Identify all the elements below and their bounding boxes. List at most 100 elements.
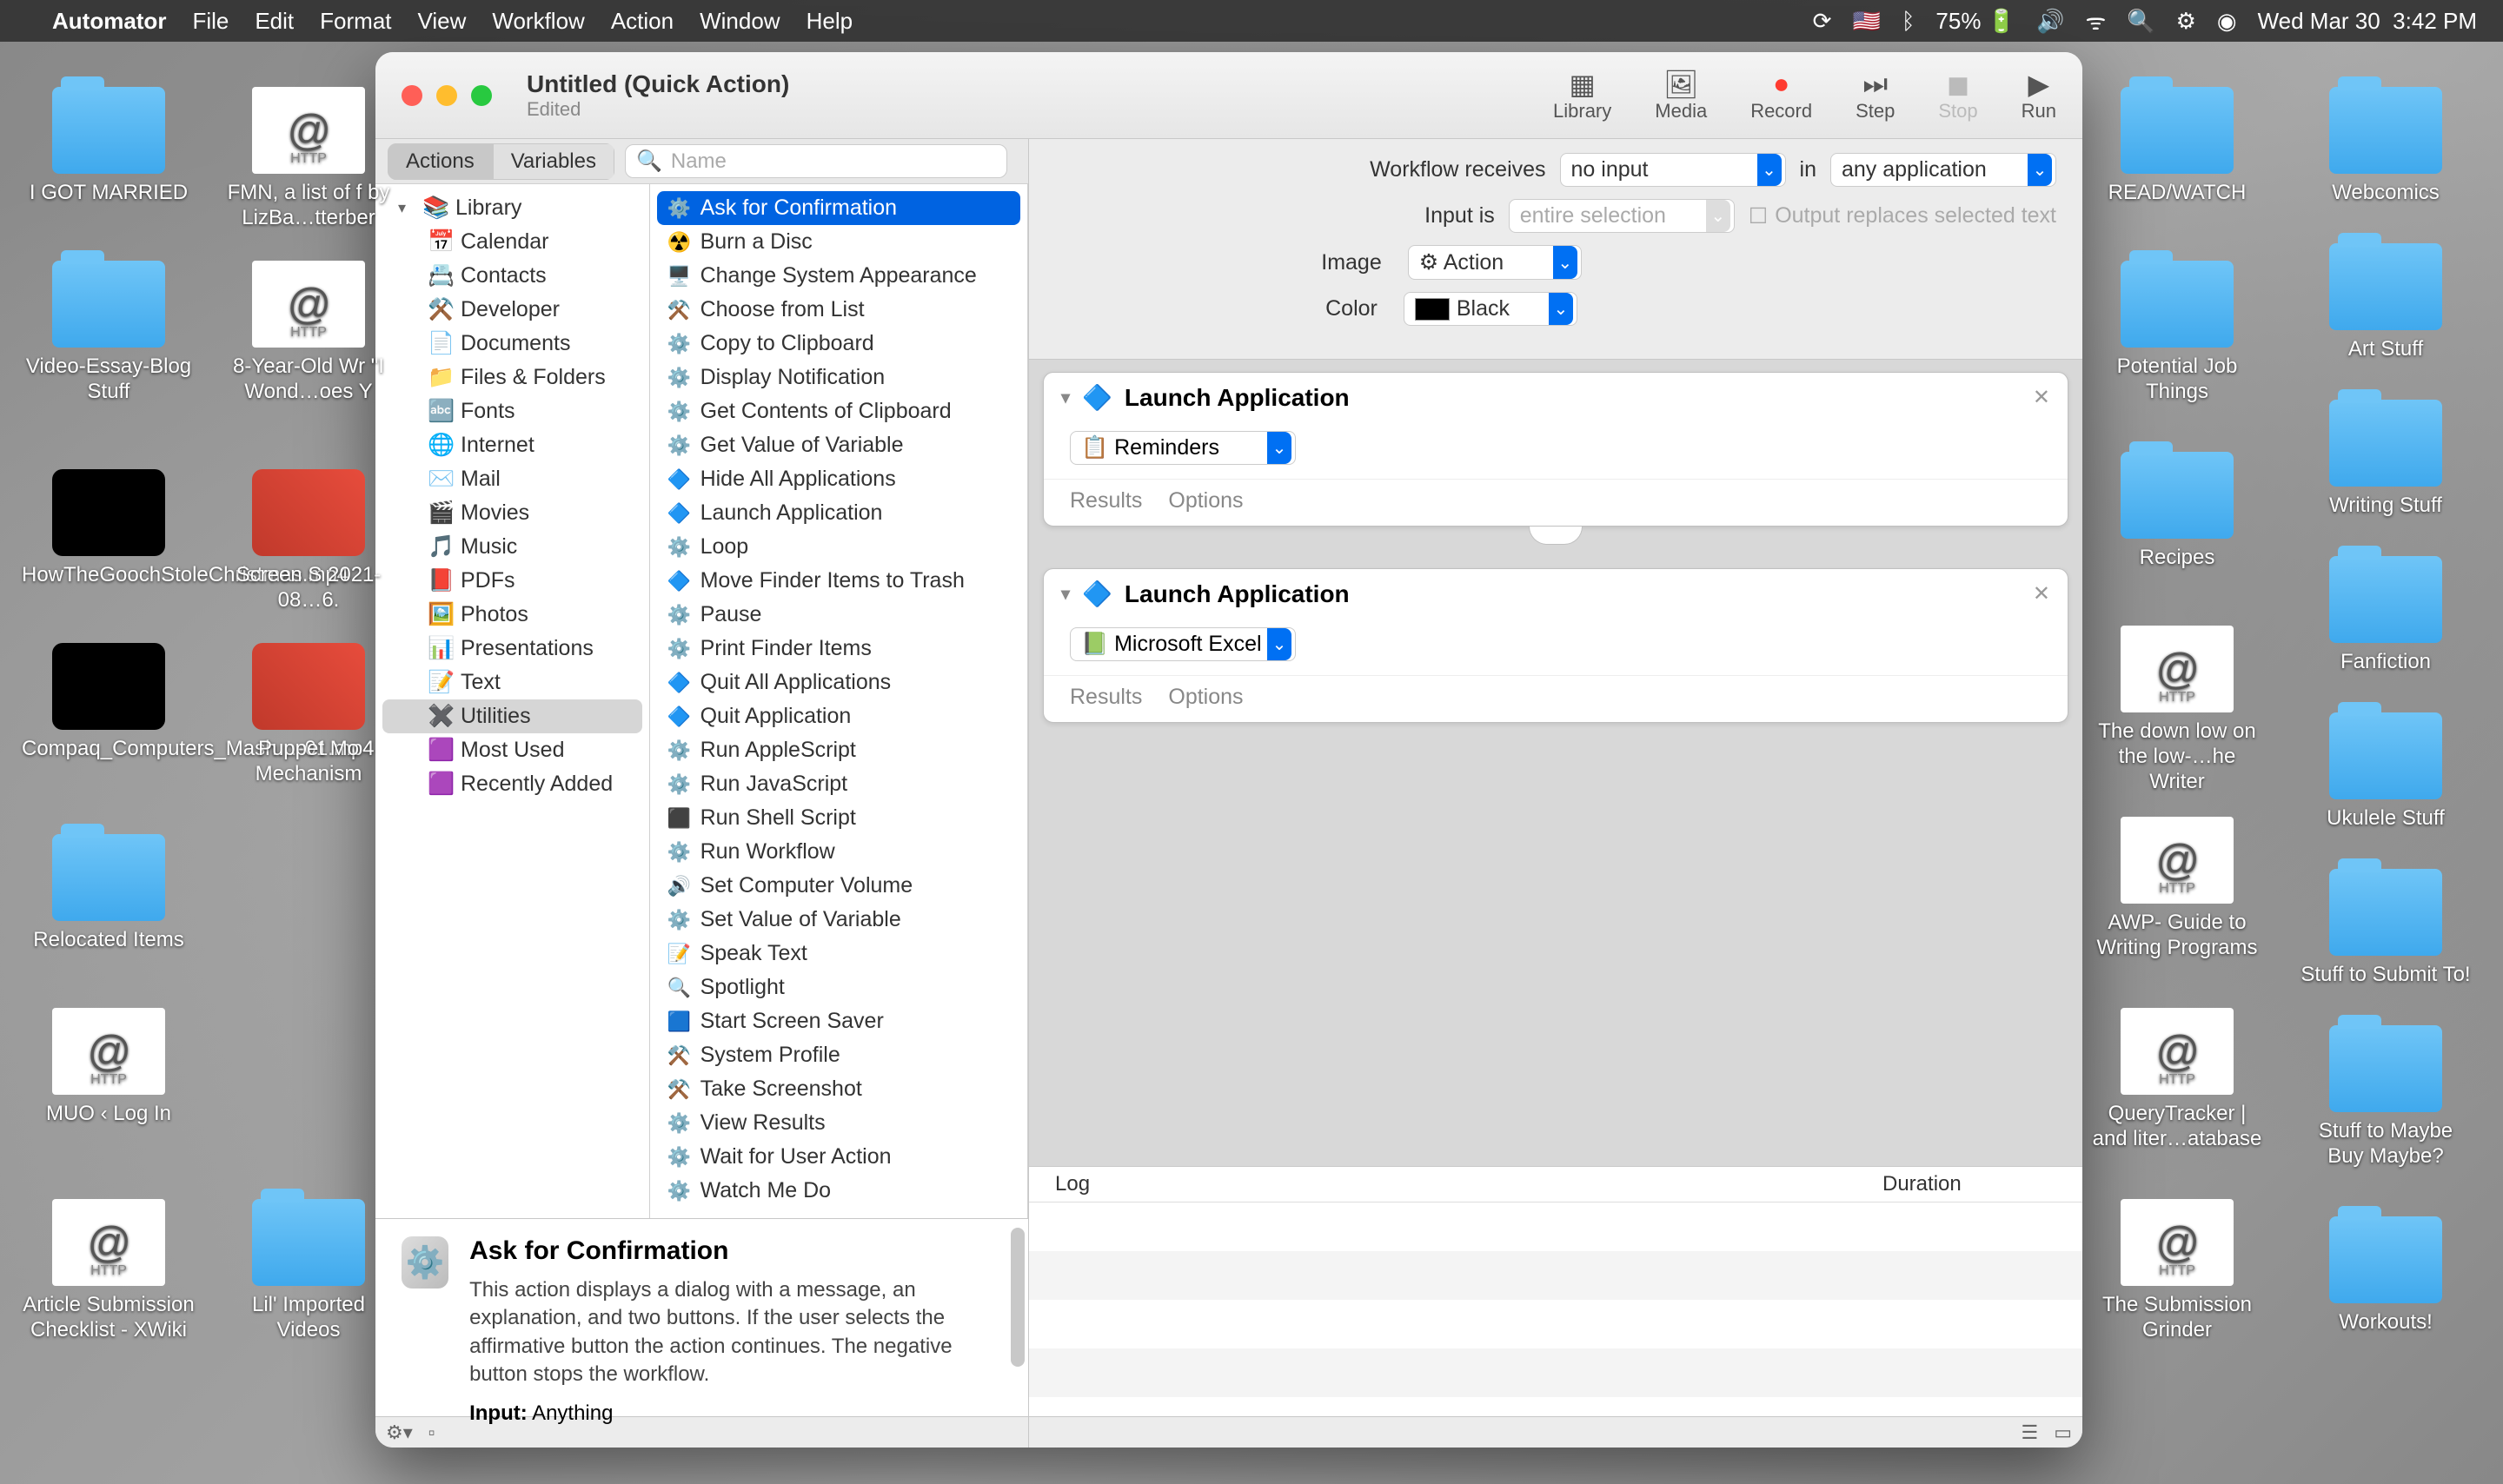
- action-quit-all-applications[interactable]: 🔷Quit All Applications: [657, 666, 1020, 699]
- workflow-canvas[interactable]: ▾ 🔷 Launch Application ✕ 📋 Reminders Res…: [1029, 360, 2082, 1166]
- actions-tab[interactable]: Actions: [388, 143, 493, 180]
- sidebar-item-movies[interactable]: 🎬Movies: [375, 496, 649, 530]
- workflow-action-header[interactable]: ▾ 🔷 Launch Application ✕: [1044, 373, 2068, 422]
- desktop-icon[interactable]: Webcomics: [2294, 87, 2477, 206]
- sidebar-item-photos[interactable]: 🖼️Photos: [375, 598, 649, 632]
- desktop-icon[interactable]: Video-Essay-Blog Stuff: [17, 261, 200, 405]
- desktop-icon[interactable]: Writing Stuff: [2294, 400, 2477, 519]
- desktop-icon[interactable]: Ukulele Stuff: [2294, 712, 2477, 831]
- action-get-contents-of-clipboard[interactable]: ⚙️Get Contents of Clipboard: [657, 394, 1020, 428]
- action-launch-application[interactable]: 🔷Launch Application: [657, 496, 1020, 530]
- desktop-icon[interactable]: @FMN, a list of f by LizBa…tterber: [217, 87, 400, 231]
- action-run-shell-script[interactable]: ⬛Run Shell Script: [657, 801, 1020, 835]
- menubar-clock[interactable]: Wed Mar 30 3:42 PM: [2258, 8, 2477, 35]
- run-button[interactable]: ▶Run: [2022, 69, 2056, 123]
- search-input[interactable]: 🔍 Name: [625, 144, 1007, 178]
- sidebar-item-developer[interactable]: ⚒️Developer: [375, 293, 649, 327]
- duration-column-header[interactable]: Duration: [1882, 1172, 2056, 1196]
- sidebar-item-files-folders[interactable]: 📁Files & Folders: [375, 361, 649, 394]
- action-get-value-of-variable[interactable]: ⚙️Get Value of Variable: [657, 428, 1020, 462]
- sidebar-item-fonts[interactable]: 🔤Fonts: [375, 394, 649, 428]
- desktop-icon[interactable]: Stuff to Submit To!: [2294, 869, 2477, 988]
- workflow-action-1[interactable]: ▾ 🔷 Launch Application ✕ 📗 Microsoft Exc…: [1043, 568, 2068, 723]
- desktop-icon[interactable]: @The Submission Grinder: [2086, 1199, 2268, 1343]
- battery-status[interactable]: 75% 🔋: [1935, 8, 2015, 35]
- action-spotlight[interactable]: 🔍Spotlight: [657, 971, 1020, 1004]
- sidebar-item-presentations[interactable]: 📊Presentations: [375, 632, 649, 666]
- results-button[interactable]: Results: [1070, 685, 1142, 710]
- menu-file[interactable]: File: [192, 8, 229, 35]
- action-set-value-of-variable[interactable]: ⚙️Set Value of Variable: [657, 903, 1020, 937]
- sidebar-item-utilities[interactable]: ✖️Utilities: [382, 699, 642, 733]
- desktop-icon[interactable]: Stuff to Maybe Buy Maybe?: [2294, 1025, 2477, 1169]
- siri-icon[interactable]: ◉: [2217, 8, 2237, 35]
- description-scrollbar[interactable]: [1011, 1228, 1025, 1367]
- desktop-icon[interactable]: Workouts!: [2294, 1216, 2477, 1335]
- menu-action[interactable]: Action: [611, 8, 674, 35]
- disclosure-icon[interactable]: ▾: [1061, 583, 1070, 605]
- disclosure-icon[interactable]: ▾: [1061, 387, 1070, 408]
- menu-help[interactable]: Help: [807, 8, 853, 35]
- results-button[interactable]: Results: [1070, 488, 1142, 513]
- desktop-icon[interactable]: Lil' Imported Videos: [217, 1199, 400, 1343]
- step-button[interactable]: ⏭Step: [1856, 69, 1895, 123]
- action-run-workflow[interactable]: ⚙️Run Workflow: [657, 835, 1020, 869]
- menu-edit[interactable]: Edit: [255, 8, 294, 35]
- action-run-javascript[interactable]: ⚙️Run JavaScript: [657, 767, 1020, 801]
- desktop-icon[interactable]: Art Stuff: [2294, 243, 2477, 362]
- action-burn-a-disc[interactable]: ☢️Burn a Disc: [657, 225, 1020, 259]
- action-wait-for-user-action[interactable]: ⚙️Wait for User Action: [657, 1140, 1020, 1174]
- zoom-button[interactable]: [471, 85, 492, 106]
- toggle-description-icon[interactable]: ▫: [428, 1421, 435, 1444]
- sidebar-item-documents[interactable]: 📄Documents: [375, 327, 649, 361]
- gear-menu-icon[interactable]: ⚙▾: [386, 1421, 413, 1444]
- bluetooth-icon[interactable]: ᛒ: [1902, 8, 1915, 35]
- action-choose-from-list[interactable]: ⚒️Choose from List: [657, 293, 1020, 327]
- minimize-button[interactable]: [436, 85, 457, 106]
- menu-workflow[interactable]: Workflow: [492, 8, 584, 35]
- desktop-icon[interactable]: @QueryTracker | and liter…atabase: [2086, 1008, 2268, 1152]
- application-select[interactable]: any application: [1830, 153, 2056, 187]
- stop-button[interactable]: ◼Stop: [1938, 69, 1977, 123]
- image-select[interactable]: ⚙ Action: [1408, 245, 1582, 280]
- desktop-icon[interactable]: @8-Year-Old Wr "I Wond…oes Y: [217, 261, 400, 405]
- sidebar-library-root[interactable]: ▾ 📚 Library: [375, 191, 649, 225]
- color-select[interactable]: Black: [1404, 292, 1577, 326]
- action-set-computer-volume[interactable]: 🔊Set Computer Volume: [657, 869, 1020, 903]
- spotlight-icon[interactable]: 🔍: [2127, 8, 2154, 35]
- desktop-icon[interactable]: Potential Job Things: [2086, 261, 2268, 405]
- action-loop[interactable]: ⚙️Loop: [657, 530, 1020, 564]
- close-button[interactable]: [402, 85, 422, 106]
- action-speak-text[interactable]: 📝Speak Text: [657, 937, 1020, 971]
- action-run-applescript[interactable]: ⚙️Run AppleScript: [657, 733, 1020, 767]
- options-button[interactable]: Options: [1168, 685, 1243, 710]
- log-column-header[interactable]: Log: [1055, 1172, 1882, 1196]
- log-view-icon[interactable]: ▭: [2054, 1421, 2072, 1444]
- action-hide-all-applications[interactable]: 🔷Hide All Applications: [657, 462, 1020, 496]
- action-ask-for-confirmation[interactable]: ⚙️Ask for Confirmation: [657, 191, 1020, 225]
- control-center-icon[interactable]: ⚙: [2176, 8, 2196, 35]
- sidebar-item-internet[interactable]: 🌐Internet: [375, 428, 649, 462]
- list-view-icon[interactable]: ☰: [2021, 1421, 2038, 1444]
- desktop-icon[interactable]: @MUO ‹ Log In: [17, 1008, 200, 1127]
- desktop-icon[interactable]: @The down low on the low-…he Writer: [2086, 626, 2268, 794]
- menu-view[interactable]: View: [418, 8, 467, 35]
- sidebar-item-calendar[interactable]: 📅Calendar: [375, 225, 649, 259]
- sidebar-item-pdfs[interactable]: 📕PDFs: [375, 564, 649, 598]
- action-print-finder-items[interactable]: ⚙️Print Finder Items: [657, 632, 1020, 666]
- workflow-action-0[interactable]: ▾ 🔷 Launch Application ✕ 📋 Reminders Res…: [1043, 372, 2068, 527]
- sidebar-item-recently-added[interactable]: 🟪Recently Added: [375, 767, 649, 801]
- desktop-icon[interactable]: @Article Submission Checklist - XWiki: [17, 1199, 200, 1343]
- desktop-icon[interactable]: I GOT MARRIED: [17, 87, 200, 206]
- action-move-finder-items-to-trash[interactable]: 🔷Move Finder Items to Trash: [657, 564, 1020, 598]
- sidebar-item-mail[interactable]: ✉️Mail: [375, 462, 649, 496]
- media-button[interactable]: 🖼Media: [1655, 69, 1707, 123]
- desktop-icon[interactable]: @AWP- Guide to Writing Programs: [2086, 817, 2268, 961]
- desktop-icon[interactable]: Screen S 2021-08…6.: [217, 469, 400, 613]
- action-watch-me-do[interactable]: ⚙️Watch Me Do: [657, 1174, 1020, 1208]
- action-start-screen-saver[interactable]: 🟦Start Screen Saver: [657, 1004, 1020, 1038]
- variables-tab[interactable]: Variables: [493, 143, 614, 180]
- application-picker[interactable]: 📗 Microsoft Excel: [1070, 627, 1296, 661]
- sidebar-item-music[interactable]: 🎵Music: [375, 530, 649, 564]
- disclosure-icon[interactable]: ▾: [398, 199, 412, 217]
